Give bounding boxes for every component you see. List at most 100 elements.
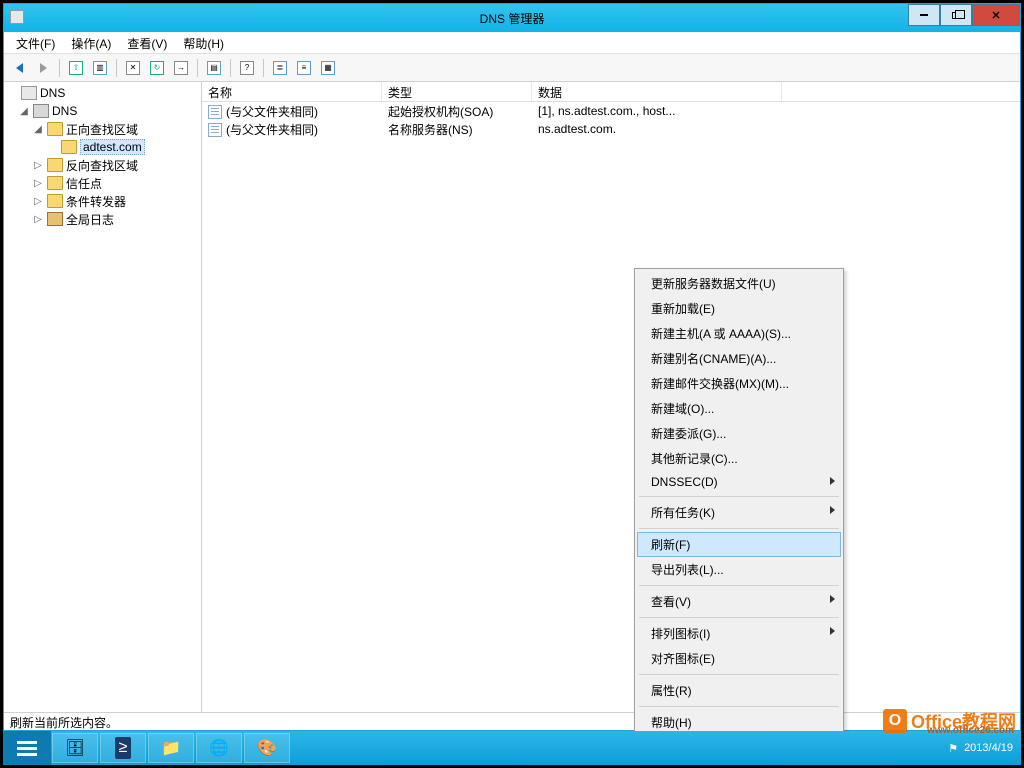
col-data[interactable]: 数据	[532, 82, 782, 101]
cm-new-domain[interactable]: 新建域(O)...	[637, 396, 841, 421]
task-dns-manager[interactable]: 🌐	[196, 733, 242, 763]
properties-icon: ▤	[207, 61, 221, 75]
delete-button[interactable]: ✕	[122, 57, 144, 79]
taskbar: 🗄 ≥ 📁 🌐 🎨 ⚑ 2013/4/19	[3, 731, 1021, 765]
restore-icon	[952, 12, 960, 19]
toolbar-separator	[197, 59, 198, 77]
arrow-left-icon	[16, 63, 23, 73]
expander-icon[interactable]: ▷	[32, 160, 44, 171]
cm-view[interactable]: 查看(V)	[637, 589, 841, 614]
show-hide-button[interactable]: ▥	[89, 57, 111, 79]
menu-file[interactable]: 文件(F)	[8, 32, 63, 53]
cm-new-delegation[interactable]: 新建委派(G)...	[637, 421, 841, 446]
menu-view[interactable]: 查看(V)	[119, 32, 175, 53]
records-panel: 名称 类型 数据 (与父文件夹相同) 起始授权机构(SOA) [1], ns.a…	[202, 82, 1020, 712]
expander-icon[interactable]: ▷	[32, 178, 44, 189]
cm-new-host[interactable]: 新建主机(A 或 AAAA)(S)...	[637, 321, 841, 346]
tree-root-dns[interactable]: DNS	[4, 84, 201, 102]
content-area: DNS ◢ DNS ◢ 正向查找区域 adtest.com ▷ 反向查找区域	[4, 82, 1020, 712]
menubar: 文件(F) 操作(A) 查看(V) 帮助(H)	[4, 32, 1020, 54]
task-paint[interactable]: 🎨	[244, 733, 290, 763]
task-powershell[interactable]: ≥	[100, 733, 146, 763]
cm-update-server-file[interactable]: 更新服务器数据文件(U)	[637, 271, 841, 296]
context-menu: 更新服务器数据文件(U) 重新加载(E) 新建主机(A 或 AAAA)(S)..…	[634, 268, 844, 738]
tree-server-dns[interactable]: ◢ DNS	[4, 102, 201, 120]
expander-icon[interactable]: ▷	[32, 196, 44, 207]
close-button[interactable]: ✕	[972, 4, 1020, 26]
record-data: ns.adtest.com.	[532, 122, 782, 136]
tree-trust-points[interactable]: ▷ 信任点	[4, 174, 201, 192]
maximize-button[interactable]	[940, 4, 972, 26]
tree-label: 全局日志	[66, 211, 114, 228]
cm-properties[interactable]: 属性(R)	[637, 678, 841, 703]
powershell-icon: ≥	[115, 737, 132, 759]
view-large-button[interactable]: ▦	[317, 57, 339, 79]
tree-panel[interactable]: DNS ◢ DNS ◢ 正向查找区域 adtest.com ▷ 反向查找区域	[4, 82, 202, 712]
cm-new-cname[interactable]: 新建别名(CNAME)(A)...	[637, 346, 841, 371]
menu-separator	[639, 674, 839, 675]
tree-label: 信任点	[66, 175, 102, 192]
back-button[interactable]	[8, 57, 30, 79]
help-button[interactable]: ?	[236, 57, 258, 79]
window-title: DNS 管理器	[480, 10, 545, 27]
menu-action[interactable]: 操作(A)	[63, 32, 119, 53]
cm-align-icons[interactable]: 对齐图标(E)	[637, 646, 841, 671]
start-button[interactable]	[3, 731, 51, 765]
statusbar: 刷新当前所选内容。	[4, 712, 1020, 730]
menu-help[interactable]: 帮助(H)	[175, 32, 232, 53]
view-detail-button[interactable]: ≡	[293, 57, 315, 79]
view-list-button[interactable]: ≣	[269, 57, 291, 79]
expander-icon[interactable]: ▷	[32, 214, 44, 225]
log-icon	[47, 212, 63, 226]
menu-separator	[639, 706, 839, 707]
cm-refresh[interactable]: 刷新(F)	[637, 532, 841, 557]
record-type: 起始授权机构(SOA)	[382, 103, 532, 120]
record-icon	[208, 123, 222, 137]
col-type[interactable]: 类型	[382, 82, 532, 101]
refresh-button[interactable]: ↻	[146, 57, 168, 79]
expander-icon[interactable]: ◢	[32, 124, 44, 135]
task-server-manager[interactable]: 🗄	[52, 733, 98, 763]
system-tray[interactable]: ⚑ 2013/4/19	[940, 742, 1021, 755]
server-manager-icon: 🗄	[65, 738, 85, 758]
cm-other-new-records[interactable]: 其他新记录(C)...	[637, 446, 841, 471]
dns-icon: 🌐	[209, 738, 229, 758]
tree-reverse-zones[interactable]: ▷ 反向查找区域	[4, 156, 201, 174]
properties-button[interactable]: ▤	[203, 57, 225, 79]
toolbar-separator	[116, 59, 117, 77]
tree-zone-adtest[interactable]: adtest.com	[4, 138, 201, 156]
forward-button[interactable]	[32, 57, 54, 79]
expander-icon[interactable]: ◢	[18, 106, 30, 117]
cm-new-mx[interactable]: 新建邮件交换器(MX)(M)...	[637, 371, 841, 396]
tree-label: 反向查找区域	[66, 157, 138, 174]
flag-icon[interactable]: ⚑	[948, 742, 958, 755]
start-icon	[17, 747, 37, 750]
cm-all-tasks[interactable]: 所有任务(K)	[637, 500, 841, 525]
large-icon: ▦	[321, 61, 335, 75]
cm-arrange-icons[interactable]: 排列图标(I)	[637, 621, 841, 646]
cm-reload[interactable]: 重新加载(E)	[637, 296, 841, 321]
cm-dnssec[interactable]: DNSSEC(D)	[637, 471, 841, 493]
record-row[interactable]: (与父文件夹相同) 起始授权机构(SOA) [1], ns.adtest.com…	[202, 102, 1020, 120]
list-body[interactable]: (与父文件夹相同) 起始授权机构(SOA) [1], ns.adtest.com…	[202, 102, 1020, 138]
titlebar[interactable]: DNS 管理器 ✕	[4, 4, 1020, 32]
folder-icon	[47, 158, 63, 172]
task-explorer[interactable]: 📁	[148, 733, 194, 763]
menu-separator	[639, 528, 839, 529]
up-button[interactable]: ⇧	[65, 57, 87, 79]
up-icon: ⇧	[69, 61, 83, 75]
tree-global-log[interactable]: ▷ 全局日志	[4, 210, 201, 228]
col-name[interactable]: 名称	[202, 82, 382, 101]
delete-icon: ✕	[126, 61, 140, 75]
tree-conditional-forwarders[interactable]: ▷ 条件转发器	[4, 192, 201, 210]
app-icon	[10, 10, 26, 26]
cm-export-list[interactable]: 导出列表(L)...	[637, 557, 841, 582]
window-controls: ✕	[908, 4, 1020, 26]
export-button[interactable]: →	[170, 57, 192, 79]
folder-icon	[47, 194, 63, 208]
tray-date: 2013/4/19	[964, 742, 1013, 754]
minimize-button[interactable]	[908, 4, 940, 26]
record-row[interactable]: (与父文件夹相同) 名称服务器(NS) ns.adtest.com.	[202, 120, 1020, 138]
tree-forward-zones[interactable]: ◢ 正向查找区域	[4, 120, 201, 138]
tree-label: adtest.com	[80, 139, 145, 155]
